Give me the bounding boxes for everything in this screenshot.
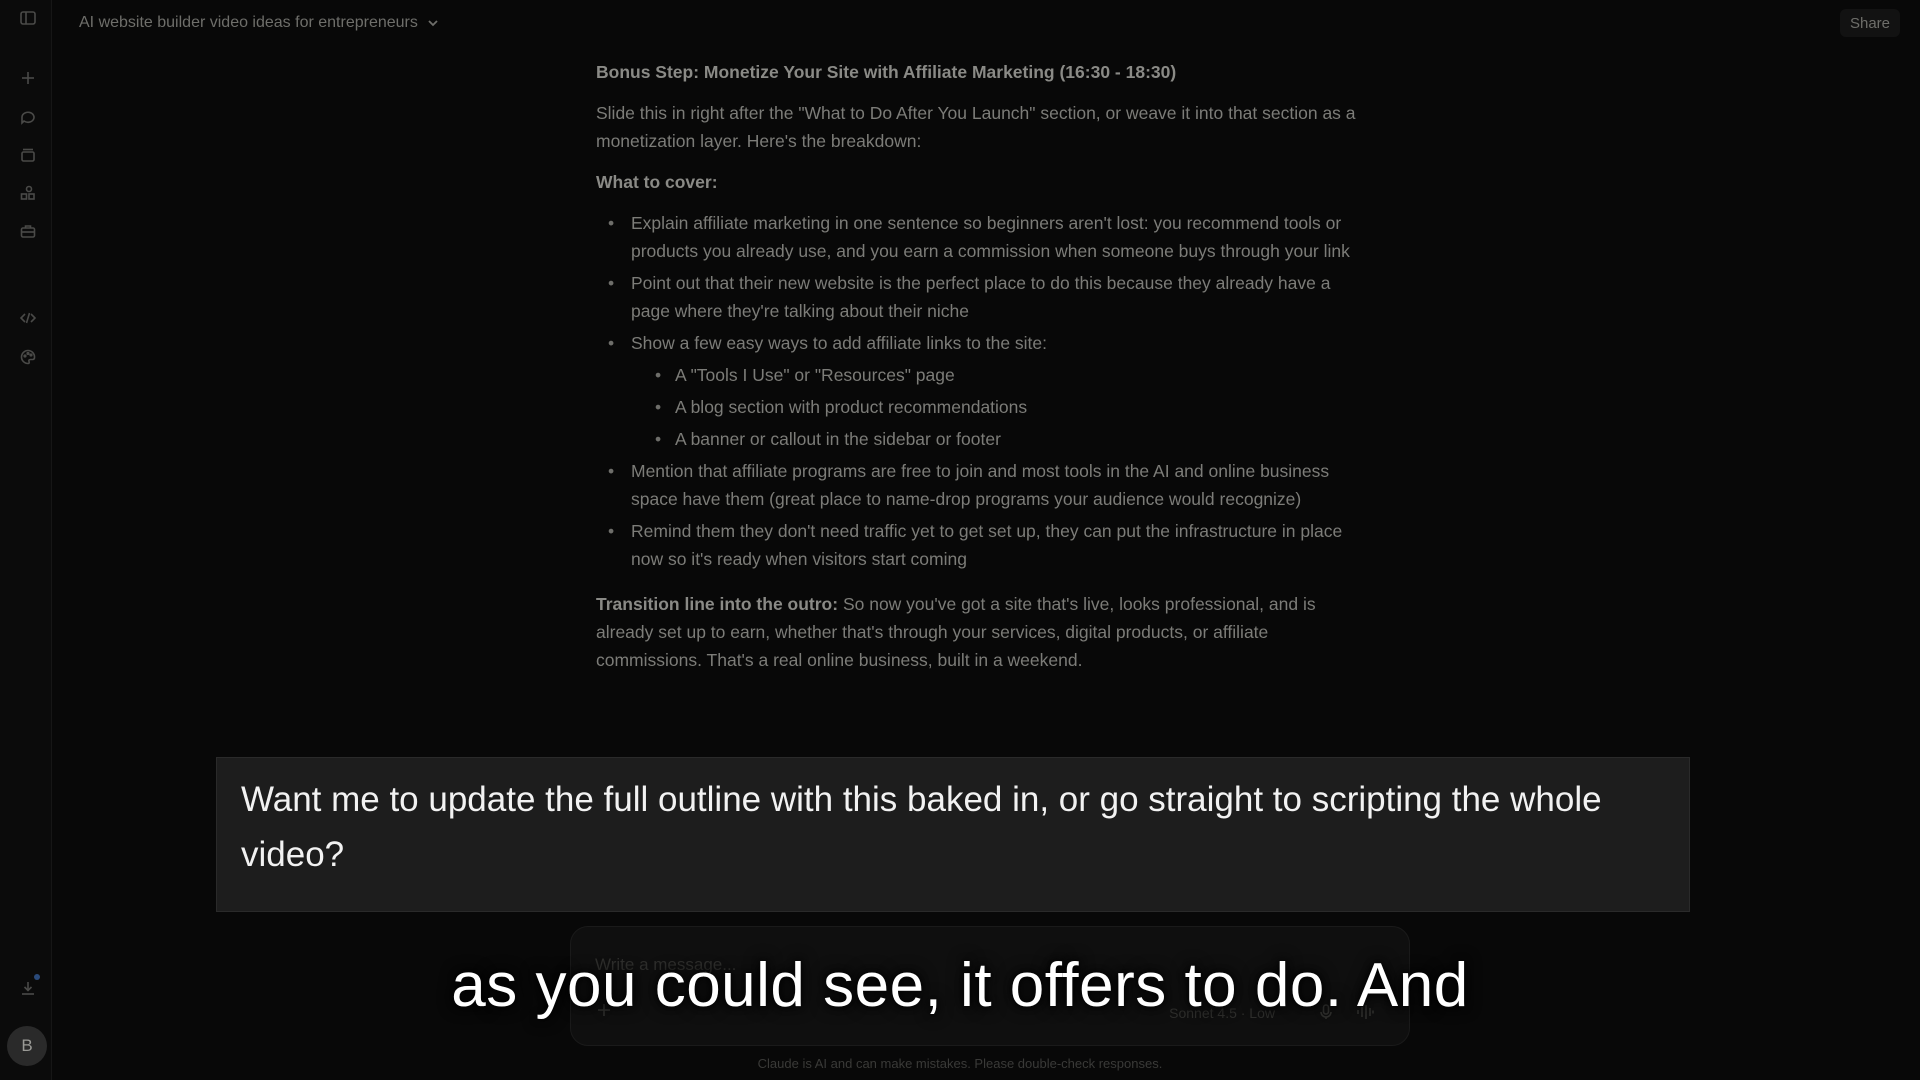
list-item: Explain affiliate marketing in one sente… [596,209,1356,265]
sub-bullet-list: A "Tools I Use" or "Resources" page A bl… [631,361,1356,453]
tools-icon[interactable] [16,219,40,243]
message-intro: Slide this in right after the "What to D… [596,103,1356,151]
chats-icon[interactable] [16,105,40,129]
list-item: Show a few easy ways to add affiliate li… [596,329,1356,453]
artifacts-icon[interactable] [16,181,40,205]
list-item: Point out that their new website is the … [596,269,1356,325]
what-to-cover-label: What to cover: [596,172,718,192]
transition-label: Transition line into the outro: [596,594,839,614]
sidebar: B [0,0,52,1080]
assistant-message: Bonus Step: Monetize Your Site with Affi… [596,58,1356,687]
code-icon[interactable] [16,306,40,330]
conversation-title-button[interactable]: AI website builder video ideas for entre… [79,14,440,32]
list-item: Mention that affiliate programs are free… [596,457,1356,513]
share-button[interactable]: Share [1839,9,1900,37]
sub-list-item: A banner or callout in the sidebar or fo… [631,425,1356,453]
chevron-down-icon [428,20,438,27]
disclaimer-text: Claude is AI and can make mistakes. Plea… [757,1056,1163,1071]
highlight-callout: Want me to update the full outline with … [216,757,1690,912]
conversation-title: AI website builder video ideas for entre… [79,14,418,31]
message-heading: Bonus Step: Monetize Your Site with Affi… [596,62,1177,82]
palette-icon[interactable] [16,345,40,369]
transition-paragraph: Transition line into the outro: So now y… [596,590,1356,674]
sidebar-toggle-icon[interactable] [16,6,40,30]
list-item: Remind them they don't need traffic yet … [596,517,1356,573]
video-caption: as you could see, it offers to do. And [451,951,1469,1020]
projects-icon[interactable] [16,143,40,167]
sub-list-item: A blog section with product recommendati… [631,393,1356,421]
sub-list-item: A "Tools I Use" or "Resources" page [631,361,1356,389]
new-chat-icon[interactable] [16,66,40,90]
list-item-text: Show a few easy ways to add affiliate li… [631,333,1048,353]
highlight-text: Want me to update the full outline with … [241,780,1602,874]
bullet-list: Explain affiliate marketing in one sente… [596,209,1356,573]
top-bar: AI website builder video ideas for entre… [52,0,1920,46]
